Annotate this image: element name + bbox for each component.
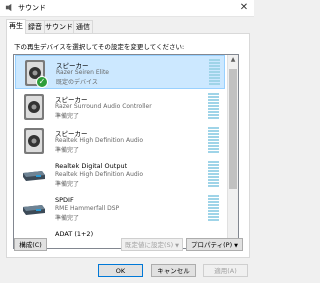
window-title: サウンド xyxy=(18,4,46,12)
tab-sounds[interactable]: サウンド xyxy=(44,20,74,33)
device-item-speaker-razer-surround[interactable]: スピーカー Razer Surround Audio Controller 準備… xyxy=(15,90,225,124)
device-description: Realtek High Definition Audio xyxy=(55,137,144,144)
speaker-icon xyxy=(5,3,12,12)
dropdown-arrow-icon: ▼ xyxy=(175,243,180,249)
scroll-up-icon[interactable]: ▲ xyxy=(229,56,237,64)
device-status: 準備完了 xyxy=(55,147,80,154)
cancel-button[interactable]: キャンセル xyxy=(151,264,196,277)
device-description: Realtek High Definition Audio xyxy=(55,171,144,178)
device-status: 既定のデバイス xyxy=(56,79,98,86)
device-status: 準備完了 xyxy=(55,181,80,188)
ok-button[interactable]: OK xyxy=(98,264,143,277)
volume-meter xyxy=(208,93,220,121)
default-device-check-icon: ✓ xyxy=(36,76,48,88)
device-description: Razer Seiren Elite xyxy=(56,69,110,76)
apply-button[interactable]: 適用(A) xyxy=(203,264,248,277)
device-item-realtek-digital-output[interactable]: Realtek Digital Output Realtek High Defi… xyxy=(15,158,225,192)
instruction-text: 下の再生デバイスを選択してその設定を変更してください: xyxy=(14,43,185,51)
digital-output-icon xyxy=(23,205,45,215)
dropdown-arrow-icon: ▼ xyxy=(234,243,238,249)
list-scrollbar[interactable]: ▲ ▼ xyxy=(227,55,238,248)
device-name: SPDIF xyxy=(55,196,74,204)
tab-communications[interactable]: 通信 xyxy=(73,20,93,33)
device-list[interactable]: ✓ スピーカー Razer Seiren Elite 既定のデバイス スピーカー… xyxy=(13,54,239,249)
properties-label: プロパティ(P) xyxy=(191,241,233,249)
device-name: ADAT (1+2) xyxy=(55,230,94,238)
volume-meter xyxy=(208,195,220,223)
device-description: RME Hammerfall DSP xyxy=(55,205,120,212)
set-default-label: 既定値に設定(S) xyxy=(124,241,174,249)
title-bar: サウンド ✕ xyxy=(0,0,254,17)
configure-button[interactable]: 構成(C) xyxy=(14,238,47,251)
device-status: 準備完了 xyxy=(55,113,80,120)
device-description: Razer Surround Audio Controller xyxy=(55,103,152,110)
speaker-icon xyxy=(24,128,44,154)
scroll-thumb[interactable] xyxy=(229,69,237,189)
volume-meter xyxy=(208,127,220,155)
tab-recording[interactable]: 録音 xyxy=(25,20,45,33)
properties-button[interactable]: プロパティ(P) ▼ xyxy=(186,238,243,251)
device-item-speaker-realtek[interactable]: スピーカー Realtek High Definition Audio 準備完了 xyxy=(15,124,225,158)
volume-meter xyxy=(209,59,221,87)
device-item-spdif[interactable]: SPDIF RME Hammerfall DSP 準備完了 xyxy=(15,192,225,226)
set-default-button[interactable]: 既定値に設定(S) ▼ xyxy=(121,238,183,251)
tab-playback[interactable]: 再生 xyxy=(6,19,26,34)
digital-output-icon xyxy=(23,171,45,181)
volume-meter xyxy=(208,161,220,189)
device-name: Realtek Digital Output xyxy=(55,162,128,170)
speaker-icon xyxy=(24,94,44,120)
playback-panel: 下の再生デバイスを選択してその設定を変更してください: ✓ スピーカー Raze… xyxy=(6,33,250,258)
close-button[interactable]: ✕ xyxy=(238,2,250,14)
device-item-speaker-razer-seiren[interactable]: ✓ スピーカー Razer Seiren Elite 既定のデバイス xyxy=(15,55,225,89)
device-status: 準備完了 xyxy=(55,215,80,222)
